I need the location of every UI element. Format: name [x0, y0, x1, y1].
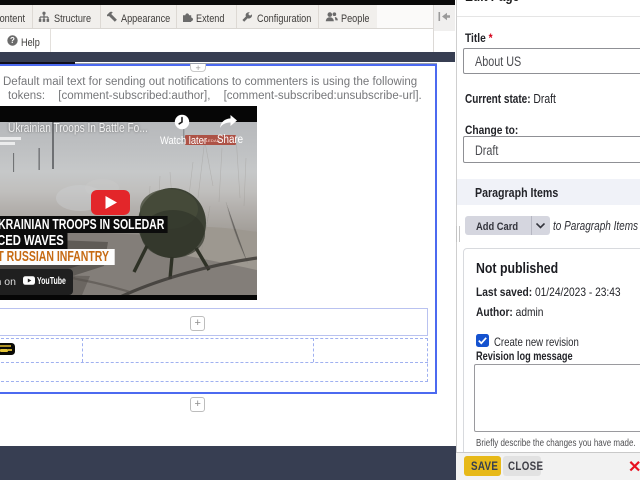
svg-text:?: ?: [10, 36, 15, 45]
